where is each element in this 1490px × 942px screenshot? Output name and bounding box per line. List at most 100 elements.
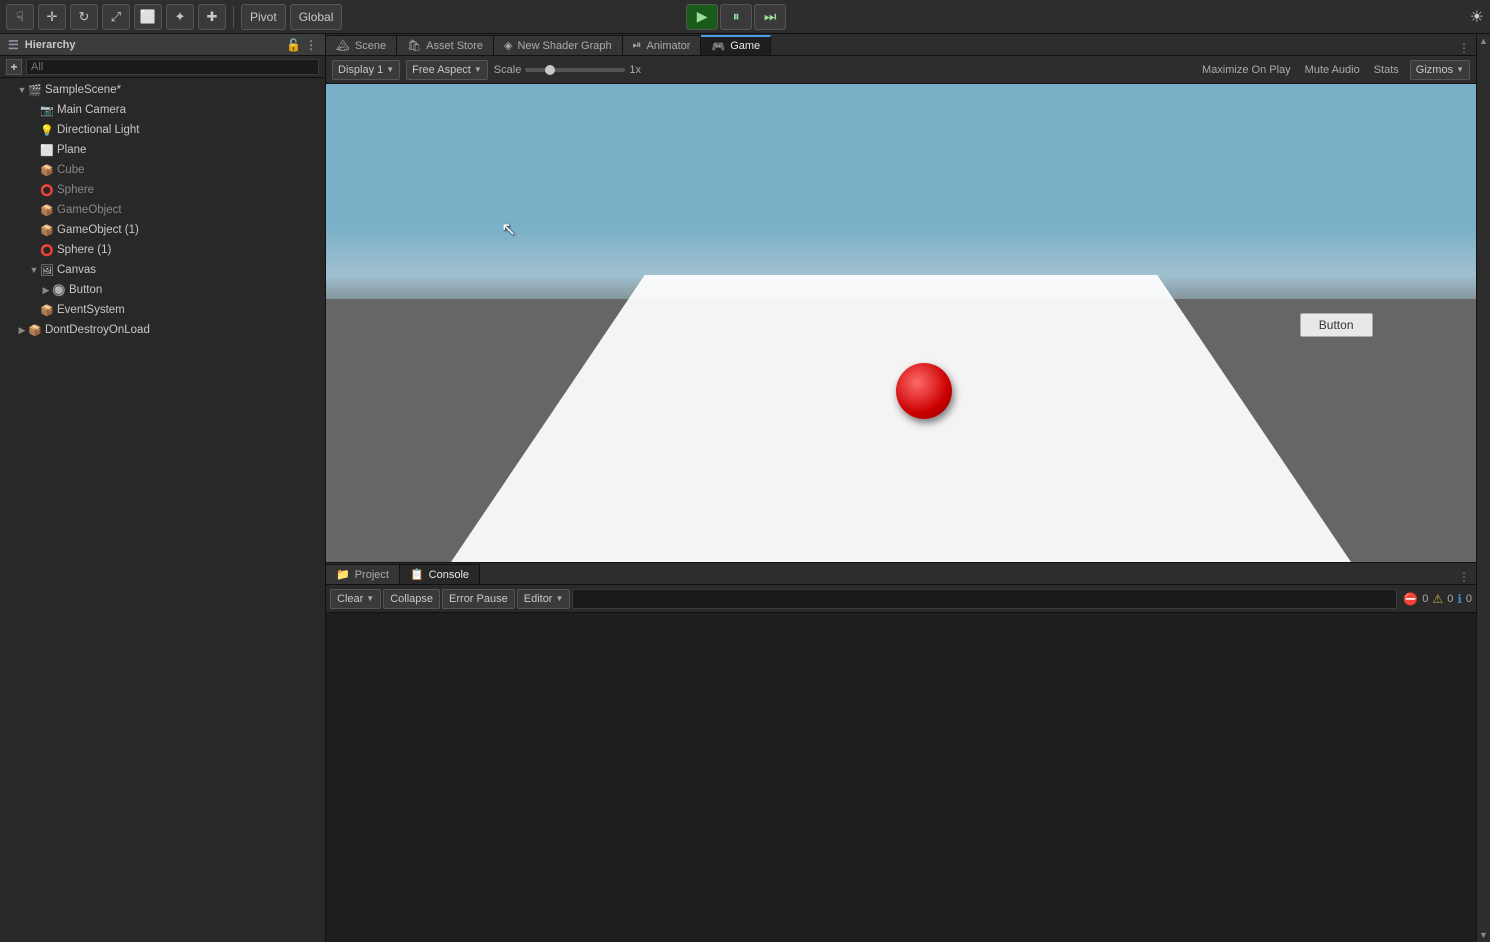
clear-btn[interactable]: Clear ▼ [330,589,381,609]
scale-slider-thumb[interactable] [545,65,555,75]
pivot-toggle[interactable]: Pivot [241,4,286,30]
error-icon: ⛔ [1403,592,1418,606]
clear-label: Clear [337,593,363,605]
console-tab-label: Console [429,569,469,581]
transform-tool-btn[interactable]: ✦ [166,4,194,30]
cube-label: Cube [57,164,325,176]
plane-icon: ⬜ [40,143,54,157]
move-tool-btn[interactable]: ✛ [38,4,66,30]
tab-animator[interactable]: ⏯ Animator [623,35,702,55]
editor-arrow: ▼ [555,594,563,603]
error-count: 0 [1422,593,1428,605]
no-toggle [28,144,40,156]
step-button[interactable]: ⏭ [754,4,786,30]
eventsystem-icon: 📦 [40,303,54,317]
plane-label: Plane [57,144,325,156]
tab-asset-store[interactable]: 🛍 Asset Store [397,35,494,55]
red-sphere [896,363,952,419]
tree-item-sphere1[interactable]: ⭕ Sphere (1) [0,240,325,260]
no-toggle [28,164,40,176]
console-icons: ⛔ 0 ⚠ 0 ℹ 0 [1403,592,1472,606]
bottom-tabs-more-btn[interactable]: ⋮ [1452,570,1476,584]
hierarchy-lock-btn[interactable]: 🔓 [286,38,301,52]
stats-btn[interactable]: Stats [1371,64,1402,76]
tree-item-samplescene[interactable]: ▼ 🎬 SampleScene* ⋮ [0,80,325,100]
rect-tool-btn[interactable]: ⬜ [134,4,162,30]
tab-scene[interactable]: 🏔 Scene [326,35,397,55]
aspect-arrow: ▼ [474,65,482,74]
sphere-icon: ⭕ [40,183,54,197]
tab-game[interactable]: 🎮 Game [701,35,771,55]
tree-item-plane[interactable]: ⬜ Plane [0,140,325,160]
scroll-up-btn[interactable]: ▲ [1477,34,1490,48]
scroll-down-btn[interactable]: ▼ [1477,928,1490,942]
warn-count: 0 [1447,593,1453,605]
tree-item-gameobject1[interactable]: 📦 GameObject (1) [0,220,325,240]
editor-label: Editor [524,593,553,605]
hierarchy-more-btn[interactable]: ⋮ [305,38,317,52]
mute-audio-btn[interactable]: Mute Audio [1302,64,1363,76]
play-button[interactable]: ▶ [686,4,718,30]
canvas-label: Canvas [57,264,325,276]
shader-graph-label: New Shader Graph [517,40,611,52]
white-plane [451,275,1351,562]
tab-new-shader-graph[interactable]: ◈ New Shader Graph [494,35,623,55]
hierarchy-add-btn[interactable]: + [6,59,22,75]
play-controls: ▶ ⏸ ⏭ [686,4,786,30]
scale-tool-btn[interactable]: ⤢ [102,4,130,30]
tree-item-button[interactable]: ▶ 🔘 Button [0,280,325,300]
tree-item-directional-light[interactable]: 💡 Directional Light [0,120,325,140]
tree-item-cube[interactable]: 📦 Cube [0,160,325,180]
scale-slider[interactable] [525,68,625,72]
tree-item-eventsystem[interactable]: 📦 EventSystem [0,300,325,320]
rotate-tool-btn[interactable]: ↻ [70,4,98,30]
game-ui-button[interactable]: Button [1300,313,1373,337]
camera-icon: 📷 [40,103,54,117]
custom-tool-btn[interactable]: ✚ [198,4,226,30]
collapse-label: Collapse [390,593,433,605]
hierarchy-search-input[interactable] [26,59,319,75]
canvas-toggle[interactable]: ▼ [28,264,40,276]
console-tab[interactable]: 📋 Console [400,564,480,584]
global-toggle[interactable]: Global [290,4,343,30]
game-viewport[interactable]: Button ↖ [326,84,1476,562]
editor-dropdown[interactable]: Editor ▼ [517,589,571,609]
tabs-more-btn[interactable]: ⋮ [1452,41,1476,55]
toggle-arrow: ▼ [16,84,28,96]
project-tab[interactable]: 📁 Project [326,564,400,584]
display-dropdown[interactable]: Display 1 ▼ [332,60,400,80]
center-right: 🏔 Scene 🛍 Asset Store ◈ New Shader Graph… [326,34,1490,942]
main-area: ☰ Hierarchy 🔓 ⋮ + ▼ 🎬 SampleScene* ⋮ [0,34,1490,942]
console-tab-icon: 📋 [410,568,424,581]
tree-item-canvas[interactable]: ▼ 🖼 Canvas [0,260,325,280]
scene-tab-icon: 🏔 [336,39,350,52]
tree-item-dontdestroy[interactable]: ▶ 📦 DontDestroyOnLoad ⋮ [0,320,325,340]
sphere1-label: Sphere (1) [57,244,325,256]
dontdestroy-label: DontDestroyOnLoad [45,324,306,336]
light-icon: 💡 [40,123,54,137]
lighting-icon[interactable]: ☀ [1470,7,1484,27]
pause-button[interactable]: ⏸ [720,4,752,30]
tree-item-sphere[interactable]: ⭕ Sphere [0,180,325,200]
collapse-btn[interactable]: Collapse [383,589,440,609]
gizmos-dropdown[interactable]: Gizmos ▼ [1410,60,1470,80]
hierarchy-icon: ☰ [8,38,19,52]
button-toggle[interactable]: ▶ [40,284,52,296]
hand-tool-btn[interactable]: ☟ [6,4,34,30]
error-pause-btn[interactable]: Error Pause [442,589,515,609]
dontdestroy-toggle[interactable]: ▶ [16,324,28,336]
maximize-on-play-btn[interactable]: Maximize On Play [1199,64,1294,76]
info-count: 0 [1466,593,1472,605]
directional-light-label: Directional Light [57,124,325,136]
console-search-input[interactable] [572,589,1397,609]
game-tab-label: Game [730,40,760,52]
tree-item-main-camera[interactable]: 📷 Main Camera [0,100,325,120]
tree-item-gameobject[interactable]: 📦 GameObject [0,200,325,220]
aspect-dropdown[interactable]: Free Aspect ▼ [406,60,488,80]
scene-icon: 🎬 [28,83,42,97]
right-scrollbar: ▲ ▼ [1476,34,1490,942]
no-toggle [28,104,40,116]
console-content [326,613,1476,942]
scale-label: Scale [494,64,522,76]
gameobject1-label: GameObject (1) [57,224,325,236]
